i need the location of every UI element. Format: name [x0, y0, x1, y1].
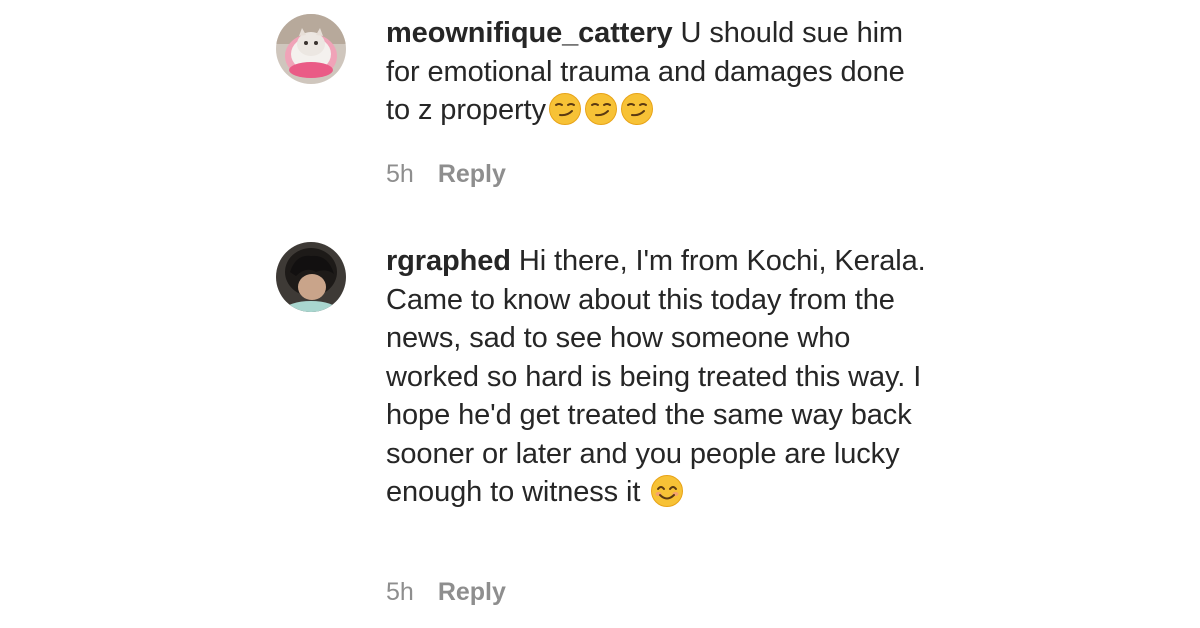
comment-username[interactable]: meownifique_cattery — [386, 17, 673, 49]
smirking-face-icon — [584, 92, 618, 126]
comment-body: Hi there, I'm from Kochi, Kerala. Came t… — [386, 245, 926, 508]
avatar-image-person — [276, 242, 346, 312]
smirking-face-icon — [620, 92, 654, 126]
comment-username[interactable]: rgraphed — [386, 245, 511, 277]
avatar-image-cat — [276, 14, 346, 84]
avatar[interactable] — [276, 242, 346, 312]
comment-text: meownifique_cattery U should sue him for… — [386, 14, 926, 130]
comment-list: meownifique_cattery U should sue him for… — [0, 0, 1200, 628]
smiling-face-with-smiling-eyes-icon — [650, 474, 684, 508]
smirking-face-icon — [548, 92, 582, 126]
comment-timestamp: 5h — [386, 578, 414, 606]
comment-timestamp: 5h — [386, 160, 414, 188]
reply-button[interactable]: Reply — [438, 578, 506, 607]
comment-meta: 5h Reply — [386, 578, 506, 607]
comment-meta: 5h Reply — [386, 160, 506, 189]
avatar[interactable] — [276, 14, 346, 84]
comment-text: rgraphed Hi there, I'm from Kochi, Keral… — [386, 242, 926, 512]
reply-button[interactable]: Reply — [438, 160, 506, 189]
